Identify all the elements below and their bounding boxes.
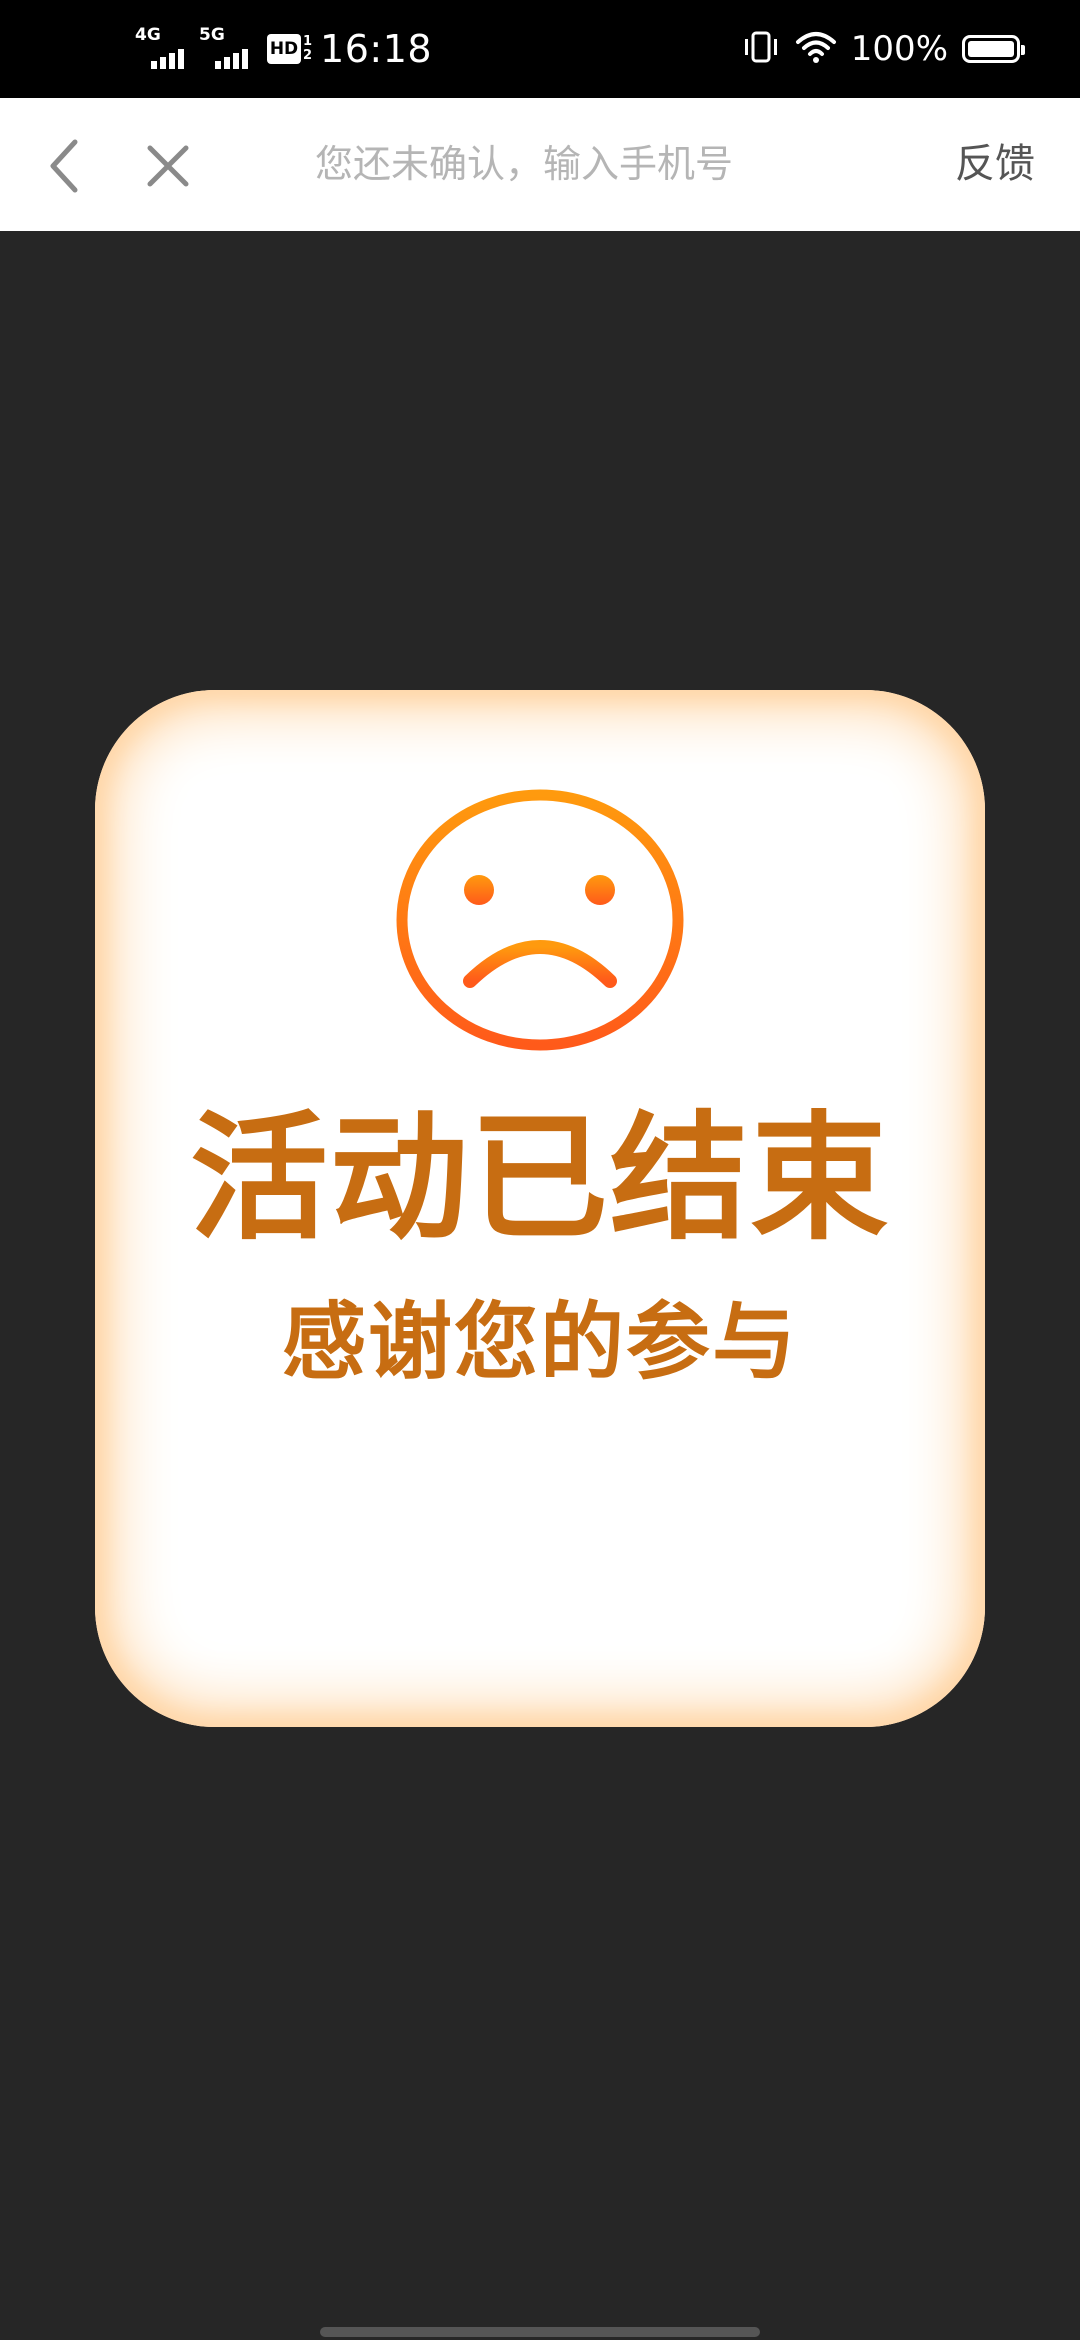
- battery-icon: [962, 35, 1025, 63]
- close-button[interactable]: [133, 131, 203, 201]
- back-chevron-icon: [50, 139, 78, 193]
- battery-percentage: 100%: [850, 29, 948, 69]
- signal-5g-icon: 5G: [199, 27, 255, 71]
- nav-bar: 您还未确认，输入手机号 反馈: [0, 98, 1080, 231]
- signal-4g-icon: 4G: [135, 27, 191, 71]
- network-type-1: 4G: [135, 25, 161, 45]
- hd-sub-top: 1: [303, 34, 313, 49]
- event-ended-title: 活动已结束: [189, 1098, 890, 1259]
- feedback-button[interactable]: 反馈: [955, 98, 1035, 231]
- hd-sub-bottom: 2: [303, 48, 313, 63]
- hd-voice-icon: HD: [267, 34, 301, 64]
- status-bar: 4G 5G HD 1 2 16:18 100%: [0, 0, 1080, 98]
- vibrate-icon: [741, 30, 781, 68]
- home-indicator[interactable]: [320, 2327, 760, 2337]
- battery-fill: [968, 41, 1014, 57]
- wifi-icon: [795, 30, 837, 68]
- hd-sim-index: 1 2: [303, 35, 312, 63]
- sad-face-icon: [396, 789, 684, 1051]
- status-bar-right: 100%: [741, 0, 1025, 98]
- event-ended-card: 活动已结束 感谢您的参与: [95, 690, 985, 1727]
- back-button[interactable]: [30, 131, 100, 201]
- page-title: 您还未确认，输入手机号: [315, 142, 734, 186]
- status-bar-left: 4G 5G HD 1 2 16:18: [135, 0, 432, 98]
- close-icon: [147, 145, 189, 187]
- status-time: 16:18: [320, 27, 433, 71]
- network-type-2: 5G: [199, 25, 225, 45]
- thanks-subtitle: 感谢您的参与: [281, 1293, 798, 1391]
